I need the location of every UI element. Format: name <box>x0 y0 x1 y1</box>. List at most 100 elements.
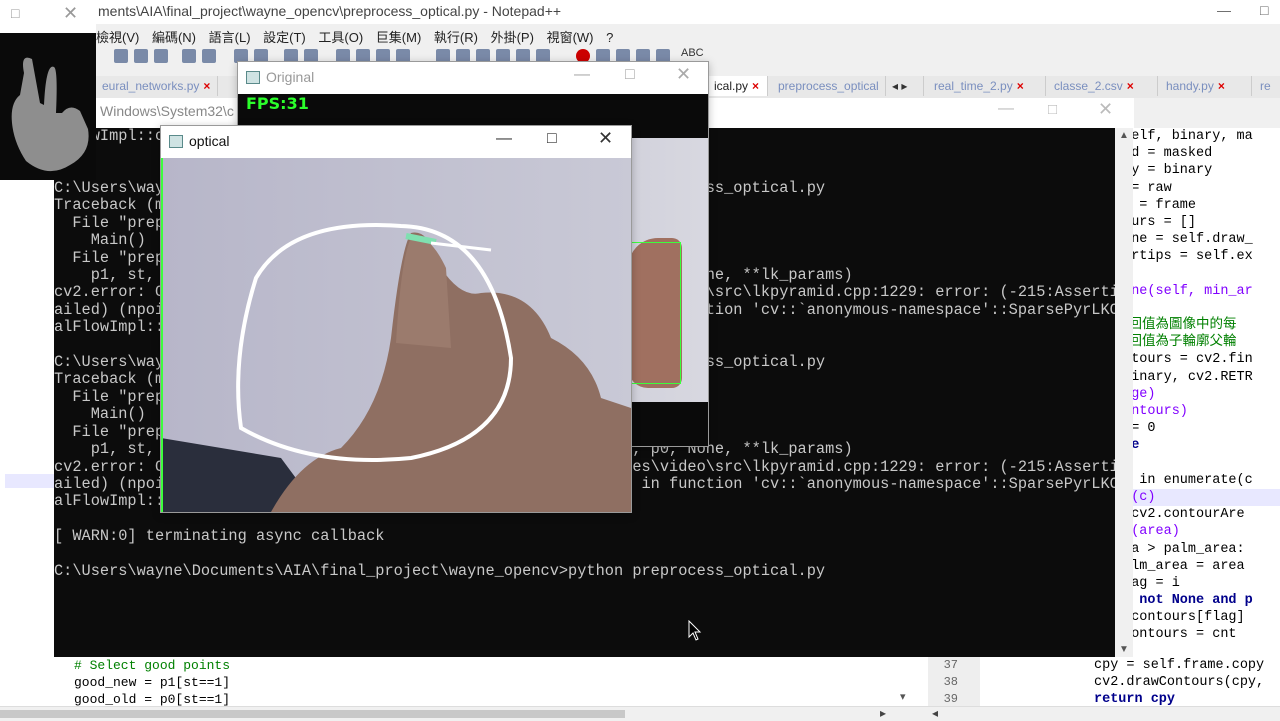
close-icon[interactable]: ✕ <box>1098 99 1113 120</box>
menu-encoding[interactable]: 編碼(N) <box>152 24 196 46</box>
close-icon[interactable]: × <box>203 79 210 93</box>
menu-run[interactable]: 執行(R) <box>434 24 478 46</box>
current-line-highlight <box>5 474 54 488</box>
code-line: = contours[flag] <box>1115 610 1245 626</box>
line-number-gutter: 37 38 39 <box>928 657 980 706</box>
close-icon[interactable]: × <box>1127 79 1134 93</box>
hand-mask-shape <box>11 57 89 172</box>
tab-label: ical.py <box>714 79 749 93</box>
roi-box <box>631 242 681 384</box>
code-line: ountours) <box>1115 404 1188 419</box>
close-icon[interactable]: ✕ <box>598 128 613 149</box>
code-line: one <box>1115 437 1280 454</box>
tab-scroll-arrows[interactable]: ◂ ▸ <box>886 76 924 96</box>
code-line: me = frame <box>1115 197 1197 213</box>
optical-window: optical — □ ✕ <box>160 125 632 513</box>
code-line: good_old = p0[st==1] <box>74 692 231 706</box>
redo-icon[interactable] <box>202 49 216 63</box>
console-line: C:\Users\wayne\Documents\AIA\final_proje… <box>54 561 826 580</box>
tab-label: classe_2.csv <box>1054 79 1123 93</box>
maximize-icon[interactable]: □ <box>1048 101 1057 118</box>
maximize-icon[interactable]: □ <box>1260 2 1268 18</box>
menu-tools[interactable]: 工具(O) <box>318 24 363 46</box>
original-title: Original <box>266 69 315 85</box>
editor-right-bottom-code: cpy = self.frame.copy cv2.drawContours(c… <box>1094 657 1264 708</box>
close-icon[interactable]: × <box>1218 79 1225 93</box>
minimize-icon[interactable]: — <box>998 100 1014 118</box>
original-titlebar: Original — □ ✕ <box>238 62 708 92</box>
code-line: ary = binary <box>1115 163 1213 179</box>
editor-bottom-code: # Select good points good_new = p1[st==1… <box>0 657 920 706</box>
scrollbar-thumb[interactable] <box>0 710 625 718</box>
tab-optical[interactable]: ical.py × <box>708 76 768 96</box>
copy-icon[interactable] <box>134 49 148 63</box>
menu-view[interactable]: 檢視(V) <box>96 24 139 46</box>
console-line: [ WARN:0] terminating async callback <box>54 527 385 546</box>
tab-classe-2[interactable]: classe_2.csv × <box>1048 76 1158 96</box>
menu-settings[interactable]: 設定(T) <box>263 24 306 46</box>
tab-re[interactable]: re <box>1254 76 1280 96</box>
optical-video <box>161 158 631 512</box>
code-line: ontours = cv2.fin <box>1115 352 1253 368</box>
undo-icon[interactable] <box>182 49 196 63</box>
notepadpp-menubar: 檢視(V) 編碼(N) 語言(L) 設定(T) 工具(O) 巨集(M) 執行(R… <box>96 24 656 46</box>
scroll-up-icon[interactable]: ▲ <box>1119 130 1129 141</box>
horizontal-scrollbar[interactable]: ▸ ◂ <box>0 706 1280 721</box>
minimize-icon[interactable]: — <box>1217 2 1231 18</box>
code-line: w = raw <box>1115 180 1172 196</box>
code-line: gertips = self.ex <box>1115 249 1253 265</box>
cut-icon[interactable] <box>114 49 128 63</box>
code-line: c) in enumerate(c <box>1115 472 1253 488</box>
notepadpp-title: ments\AIA\final_project\wayne_opencv\pre… <box>98 3 562 19</box>
code-line: good_new = p1[st==1] <box>74 675 231 690</box>
mask-image <box>0 33 96 180</box>
menu-help[interactable]: ? <box>606 27 613 45</box>
maximize-icon[interactable]: □ <box>547 130 557 148</box>
code-line: mage) <box>1115 386 1156 402</box>
code-line: ne <box>1115 455 1280 472</box>
code-line: nt(c) <box>1115 488 1280 507</box>
scroll-right-icon[interactable]: ▸ <box>880 706 886 720</box>
tab-neural-networks[interactable]: eural_networks.py × <box>96 76 218 96</box>
maximize-icon[interactable]: □ <box>11 5 19 21</box>
code-line: ked = masked <box>1115 146 1213 162</box>
close-icon[interactable]: ✕ <box>63 3 78 24</box>
tab-label: handy.py <box>1166 79 1214 93</box>
window-icon <box>169 135 183 148</box>
close-icon[interactable]: ✕ <box>676 64 691 85</box>
editor-right-code: (self, binary, ma ked = masked ary = binar… <box>1115 128 1280 658</box>
tab-label: eural_networks.py <box>102 79 200 93</box>
fps-counter: FPS:31 <box>246 94 309 113</box>
menu-language[interactable]: 語言(L) <box>209 24 251 46</box>
code-line: # Select good points <box>74 658 231 673</box>
minimize-icon[interactable]: — <box>496 130 512 148</box>
close-icon[interactable]: × <box>752 79 759 93</box>
console-scrollbar[interactable]: ▲ ▼ <box>1115 128 1133 657</box>
close-icon[interactable]: × <box>1017 79 1024 93</box>
spellcheck-icon[interactable]: ABC <box>681 47 704 61</box>
tab-real-time-2[interactable]: real_time_2.py × <box>928 76 1046 96</box>
code-line: = cv2.contourAre <box>1115 507 1245 523</box>
code-line: flag = i <box>1115 575 1180 591</box>
code-line: palm_area = area <box>1115 558 1245 574</box>
line-number: 38 <box>943 675 958 689</box>
mouse-cursor-icon <box>688 619 702 645</box>
menu-macro[interactable]: 巨集(M) <box>376 24 422 46</box>
tab-handy[interactable]: handy.py × <box>1160 76 1252 96</box>
scroll-down-icon[interactable]: ▼ <box>1119 644 1129 655</box>
notepadpp-titlebar: ments\AIA\final_project\wayne_opencv\pre… <box>0 0 1280 24</box>
minimize-icon[interactable]: — <box>574 66 590 84</box>
scroll-down-icon[interactable]: ▾ <box>900 690 906 703</box>
maximize-icon[interactable]: □ <box>625 66 635 84</box>
code-line: line = self.draw_ <box>1115 232 1253 248</box>
menu-window[interactable]: 視窗(W) <box>547 24 594 46</box>
code-line: rea > palm_area: <box>1115 541 1245 557</box>
paste-icon[interactable] <box>154 49 168 63</box>
menu-plugins[interactable]: 外掛(P) <box>491 24 534 46</box>
tab-preprocess-optical[interactable]: preprocess_optical <box>772 76 886 96</box>
console-titlebar: — □ ✕ <box>700 98 1134 128</box>
scroll-left-icon[interactable]: ◂ <box>932 706 938 720</box>
